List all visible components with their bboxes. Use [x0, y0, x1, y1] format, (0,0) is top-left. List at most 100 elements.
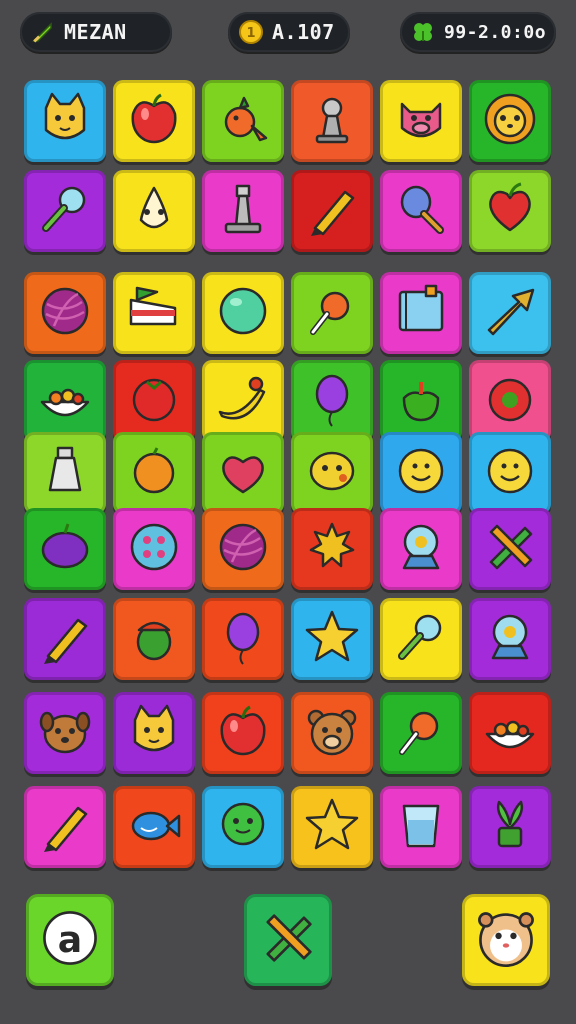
tile-yarn-ball[interactable]	[24, 272, 106, 354]
coin-count: A.107	[272, 20, 335, 44]
banana-icon	[212, 368, 274, 434]
tile-cat-face[interactable]	[113, 692, 195, 774]
tile-lion-face[interactable]	[469, 80, 551, 162]
tile-onion[interactable]	[113, 170, 195, 252]
tile-bear-face[interactable]	[291, 692, 373, 774]
tile-smiley[interactable]	[380, 432, 462, 514]
tile-dog-face[interactable]	[24, 692, 106, 774]
fruit-bowl-icon	[479, 700, 541, 766]
tile-cat-face[interactable]	[24, 80, 106, 162]
tile-notebook[interactable]	[380, 272, 462, 354]
notebook-icon	[390, 280, 452, 346]
magnifier-icon	[390, 606, 452, 672]
tile-lemon-face[interactable]	[291, 432, 373, 514]
balloon-icon	[212, 606, 274, 672]
tile-lollipop[interactable]	[291, 272, 373, 354]
arrow-icon	[479, 280, 541, 346]
profile-button[interactable]	[462, 894, 550, 986]
shuffle-button[interactable]	[244, 894, 332, 986]
tile-ball[interactable]	[202, 272, 284, 354]
hamster-face-icon	[473, 905, 539, 975]
tile-yarn-ball[interactable]	[202, 508, 284, 590]
coins-pill[interactable]: 1 A.107	[228, 12, 350, 52]
tile-button[interactable]	[113, 508, 195, 590]
tile-star[interactable]	[291, 786, 373, 868]
tile-crayon[interactable]	[291, 170, 373, 252]
crayon-icon	[34, 794, 96, 860]
tile-glass[interactable]	[380, 786, 462, 868]
apple-icon	[123, 88, 185, 154]
glass-icon	[390, 794, 452, 860]
tile-star[interactable]	[291, 598, 373, 680]
tile-fish[interactable]	[113, 786, 195, 868]
crossed-tools-icon	[479, 516, 541, 582]
rooster-icon	[212, 88, 274, 154]
lollipop-icon	[301, 280, 363, 346]
svg-text:a: a	[58, 918, 82, 961]
tile-fruit-bowl[interactable]	[24, 360, 106, 442]
cat-face-icon	[34, 88, 96, 154]
tile-plum[interactable]	[24, 508, 106, 590]
tile-orange[interactable]	[113, 432, 195, 514]
bear-face-icon	[301, 700, 363, 766]
tile-crayon[interactable]	[24, 786, 106, 868]
crayon-icon	[301, 178, 363, 244]
bell-pepper-icon	[390, 368, 452, 434]
tile-arrow[interactable]	[469, 272, 551, 354]
green-blob-icon	[212, 794, 274, 860]
tile-sun-fruit[interactable]	[291, 508, 373, 590]
tile-pig-face[interactable]	[380, 80, 462, 162]
tomato-slice-icon	[479, 368, 541, 434]
tile-chess-rook[interactable]	[202, 170, 284, 252]
tile-crossed-tools[interactable]	[469, 508, 551, 590]
tile-tomato[interactable]	[113, 360, 195, 442]
tile-crayon[interactable]	[24, 598, 106, 680]
tile-magnifier[interactable]	[380, 598, 462, 680]
dog-face-icon	[34, 700, 96, 766]
hand-mirror-icon	[390, 178, 452, 244]
letter-a-icon: a	[37, 905, 103, 975]
tile-bell-pepper[interactable]	[380, 360, 462, 442]
ball-icon	[212, 280, 274, 346]
tile-acorn[interactable]	[113, 598, 195, 680]
orange-icon	[123, 440, 185, 506]
tile-green-blob[interactable]	[202, 786, 284, 868]
tile-hand-mirror[interactable]	[380, 170, 462, 252]
tile-tomato-slice[interactable]	[469, 360, 551, 442]
yarn-ball-icon	[34, 280, 96, 346]
tile-banana[interactable]	[202, 360, 284, 442]
tile-lollipop[interactable]	[380, 692, 462, 774]
tile-smiley[interactable]	[469, 432, 551, 514]
cake-slice-icon	[123, 280, 185, 346]
top-hud: MEZAN 1 A.107 99-2.0:0o	[0, 12, 576, 56]
tile-cake-slice[interactable]	[113, 272, 195, 354]
tile-bottle[interactable]	[24, 432, 106, 514]
button-icon	[123, 516, 185, 582]
tile-apple[interactable]	[113, 80, 195, 162]
tile-heart[interactable]	[202, 432, 284, 514]
sun-fruit-icon	[301, 516, 363, 582]
timer-pill[interactable]: 99-2.0:0o	[400, 12, 556, 52]
tile-magnifier[interactable]	[24, 170, 106, 252]
snow-globe-icon	[390, 516, 452, 582]
acorn-icon	[123, 606, 185, 672]
tomato-icon	[123, 368, 185, 434]
tile-balloon[interactable]	[202, 598, 284, 680]
heart-icon	[212, 440, 274, 506]
tile-plant[interactable]	[469, 786, 551, 868]
tile-chess-pawn[interactable]	[291, 80, 373, 162]
yarn-ball-icon	[212, 516, 274, 582]
tile-balloon[interactable]	[291, 360, 373, 442]
crossed-tools-icon	[255, 905, 321, 975]
tile-apple[interactable]	[202, 692, 284, 774]
fish-icon	[123, 794, 185, 860]
tile-rooster[interactable]	[202, 80, 284, 162]
hint-button[interactable]: a	[26, 894, 114, 986]
tile-heart-fruit[interactable]	[469, 170, 551, 252]
player-name-pill[interactable]: MEZAN	[20, 12, 172, 52]
lemon-face-icon	[301, 440, 363, 506]
tile-fruit-bowl[interactable]	[469, 692, 551, 774]
fruit-bowl-icon	[34, 368, 96, 434]
tile-snow-globe[interactable]	[380, 508, 462, 590]
tile-snow-globe[interactable]	[469, 598, 551, 680]
